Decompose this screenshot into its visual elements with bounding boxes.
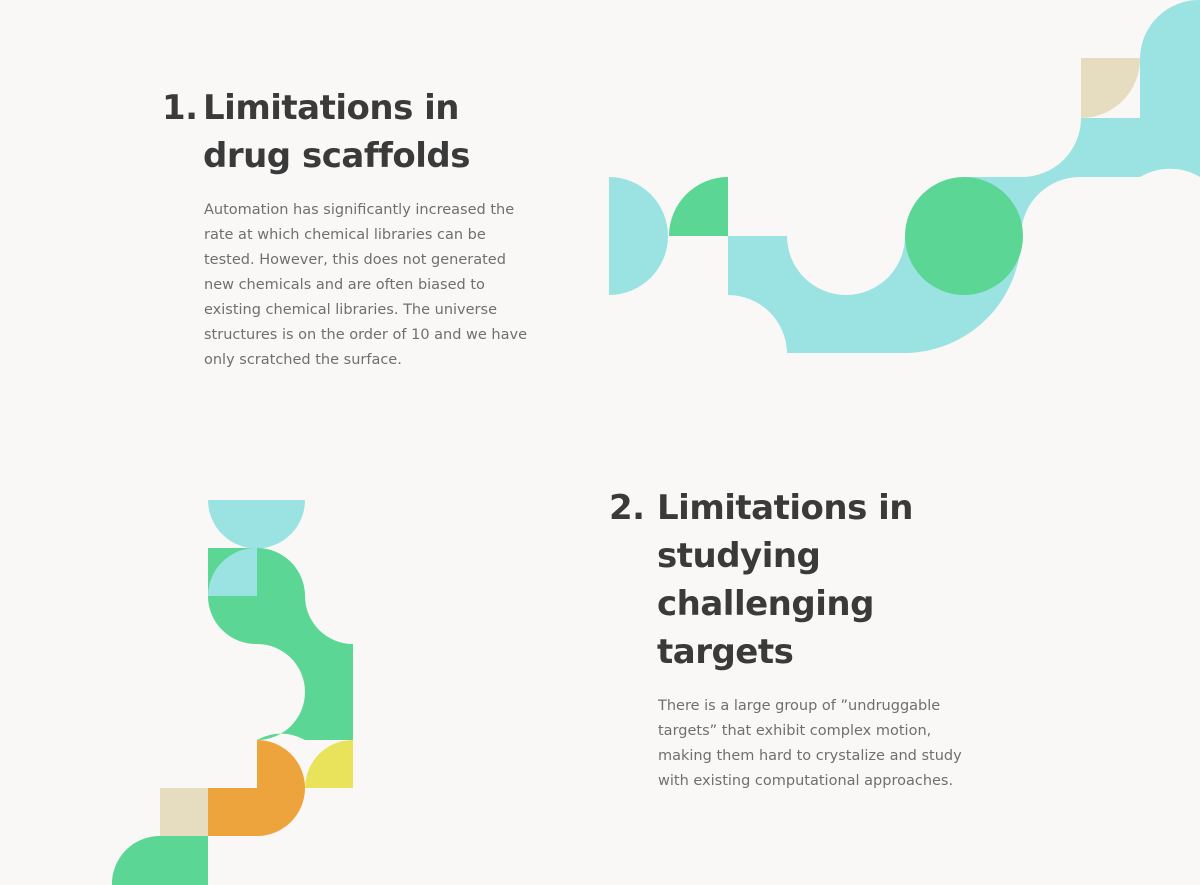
body-line: with existing computational approaches.	[658, 773, 954, 789]
section-title-line: studying	[657, 536, 821, 576]
aqua-wave-band-top	[728, 0, 1200, 353]
yellow-quarter-bottom	[305, 740, 353, 788]
body-line: tested. However, this does not generated	[204, 252, 506, 268]
body-line: targets” that exhibit complex motion,	[658, 723, 932, 739]
section-title-line: challenging	[657, 584, 874, 624]
section-body: There is a large group of ”undruggable t…	[658, 694, 978, 794]
body-line: There is a large group of ”undruggable	[658, 698, 941, 714]
green-circle-top	[905, 177, 1023, 295]
body-line: only scratched the surface.	[204, 352, 402, 368]
shape-cluster-bottom-left	[111, 500, 353, 885]
section-title-line: Limitations in	[657, 488, 914, 528]
beige-quarter-top	[1081, 58, 1141, 118]
beige-square-bottom	[160, 788, 208, 836]
section-title: Limitations in drug scaffolds	[203, 84, 503, 180]
section-title-line: drug scaffolds	[203, 136, 471, 176]
aqua-half-circle-bottom	[208, 500, 305, 549]
body-line: existing chemical libraries. The univers…	[204, 302, 497, 318]
body-line: rate at which chemical libraries can be	[204, 227, 486, 243]
page: 1. Limitations in drug scaffolds Automat…	[0, 0, 1200, 885]
aqua-half-circle-top	[609, 177, 668, 295]
body-line: structures is on the order of 10 and we …	[204, 327, 528, 343]
body-line: new chemicals and are often biased to	[204, 277, 485, 293]
section-title-line: Limitations in	[203, 88, 460, 128]
body-line: making them hard to crystalize and study	[658, 748, 962, 764]
body-line: Automation has significantly increased t…	[204, 202, 515, 218]
section-number: 2.	[609, 488, 645, 528]
green-wave-band-bottom-tail	[111, 836, 208, 885]
section-body: Automation has significantly increased t…	[204, 198, 534, 373]
section-heading: 1. Limitations in drug scaffolds	[162, 84, 534, 180]
section-number: 1.	[162, 88, 198, 128]
section-drug-scaffolds: 1. Limitations in drug scaffolds Automat…	[162, 84, 534, 373]
shape-cluster-top-right	[609, 0, 1200, 353]
green-quarter-top	[669, 177, 728, 236]
section-title: Limitations in studying challenging targ…	[657, 484, 917, 676]
orange-shape-bottom	[208, 740, 305, 836]
section-heading: 2. Limitations in studying challenging t…	[609, 484, 978, 676]
section-title-line: targets	[657, 632, 794, 672]
section-challenging-targets: 2. Limitations in studying challenging t…	[609, 484, 978, 794]
